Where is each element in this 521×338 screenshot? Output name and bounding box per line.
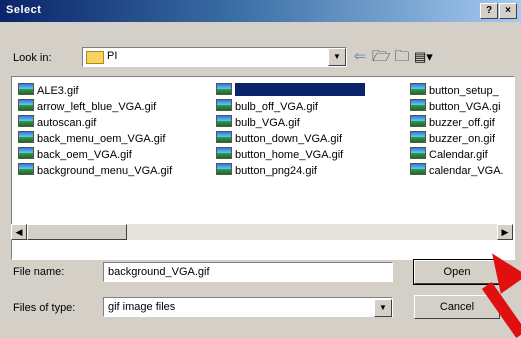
list-item[interactable]: buzzer_on.gif [410,131,495,146]
lookin-value: PI [107,50,118,62]
gif-file-icon [18,115,34,127]
gif-file-icon [216,99,232,111]
scroll-left-icon[interactable]: ◀ [11,224,27,240]
view-menu-icon[interactable]: ▤▾ [414,49,433,64]
gif-file-icon [410,83,426,95]
chevron-down-icon[interactable]: ▼ [374,299,392,317]
lookin-label: Look in: [13,52,52,64]
horizontal-scrollbar[interactable]: ◀ ▶ [11,224,513,240]
gif-file-icon [410,115,426,127]
filename-label: File name: [13,266,65,278]
list-item[interactable]: button_home_VGA.gif [216,147,343,162]
help-button[interactable]: ? [480,3,498,19]
gif-file-icon [216,115,232,127]
folder-icon [86,51,104,64]
close-button[interactable]: × [499,3,517,19]
gif-file-icon [18,147,34,159]
back-arrow-icon[interactable]: ⇐ [351,49,369,64]
list-item[interactable]: bulb_off_VGA.gif [216,99,318,114]
window-title: Select [6,4,42,16]
list-item[interactable]: back_oem_VGA.gif [18,147,132,162]
filetype-value: gif image files [108,301,176,313]
list-item[interactable]: button_down_VGA.gif [216,131,342,146]
up-folder-icon[interactable]: 🗁 [372,49,391,64]
gif-file-icon [18,163,34,175]
scroll-right-icon[interactable]: ▶ [497,224,513,240]
list-item[interactable]: buzzer_off.gif [410,115,495,130]
gif-file-icon [18,83,34,95]
gif-file-icon [18,99,34,111]
list-item[interactable]: button_VGA.gi [410,99,501,114]
gif-file-icon [216,131,232,143]
list-item[interactable]: autoscan.gif [18,115,96,130]
gif-file-icon [410,147,426,159]
gif-file-icon [410,163,426,175]
gif-file-icon [410,99,426,111]
filetype-label: Files of type: [13,302,76,314]
list-item[interactable]: Calendar.gif [410,147,488,162]
list-item[interactable]: ALE3.gif [18,83,79,98]
list-item[interactable]: back_menu_oem_VGA.gif [18,131,165,146]
list-item[interactable]: background_menu_VGA.gif [18,163,172,178]
filename-field[interactable]: background_VGA.gif [103,262,393,282]
cancel-button[interactable]: Cancel [414,295,500,319]
list-item[interactable]: button_png24.gif [216,163,317,178]
chevron-down-icon[interactable]: ▼ [328,48,346,66]
gif-file-icon [18,131,34,143]
list-item[interactable]: calendar_VGA. [410,163,504,178]
lookin-dropdown[interactable]: PI ▼ [82,47,347,67]
list-item-selected[interactable] [216,83,365,98]
gif-file-icon [216,83,232,95]
gif-file-icon [216,163,232,175]
filetype-dropdown[interactable]: gif image files ▼ [103,297,393,317]
new-folder-icon[interactable]: 🗀 [393,49,411,64]
list-item[interactable]: arrow_left_blue_VGA.gif [18,99,156,114]
list-item[interactable]: bulb_VGA.gif [216,115,300,130]
gif-file-icon [216,147,232,159]
scroll-thumb[interactable] [27,224,127,240]
title-bar: Select ? × [0,0,521,22]
list-item[interactable]: button_setup_ [410,83,499,98]
gif-file-icon [410,131,426,143]
